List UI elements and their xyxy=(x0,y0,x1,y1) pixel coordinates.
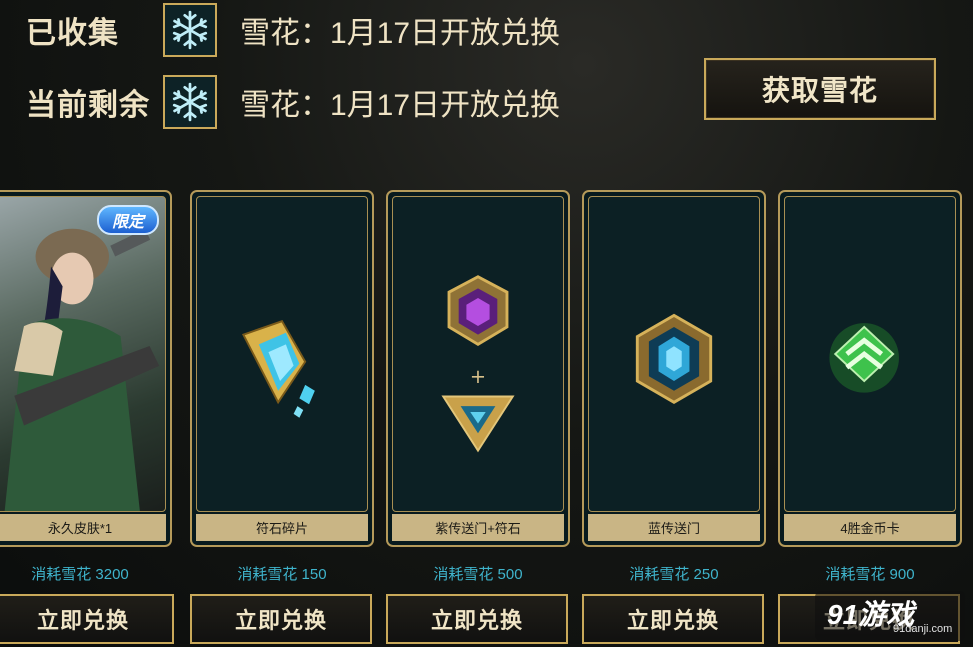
collected-row: 已收集 雪花：1月17日开放兑换 xyxy=(0,0,700,60)
svg-text:+: + xyxy=(470,365,486,388)
remaining-label: 当前剩余 xyxy=(26,89,150,122)
blue-portal-icon xyxy=(588,196,760,512)
rune-shard-icon xyxy=(196,196,368,512)
reward-card-gold-card[interactable]: 4胜金币卡 xyxy=(778,190,962,547)
watermark: 91游戏 91danji.com xyxy=(815,591,965,641)
collected-label: 已收集 xyxy=(26,17,119,50)
card-name: 4胜金币卡 xyxy=(784,514,956,541)
get-snowflake-button[interactable]: 获取雪花 xyxy=(704,58,936,120)
redeem-button[interactable]: 立即兑换 xyxy=(0,594,174,644)
redeem-button[interactable]: 立即兑换 xyxy=(386,594,568,644)
reward-card-skin[interactable]: 限定 永久皮肤*1 xyxy=(0,190,172,547)
cost-text: 消耗雪花 3200 xyxy=(31,566,129,583)
snowflake-icon xyxy=(163,3,217,57)
reward-card-rune-shard[interactable]: 符石碎片 xyxy=(190,190,374,547)
cost-text: 消耗雪花 250 xyxy=(629,566,719,583)
card-name: 蓝传送门 xyxy=(588,514,760,541)
redeem-button[interactable]: 立即兑换 xyxy=(190,594,372,644)
remaining-row: 当前剩余 雪花：1月17日开放兑换 xyxy=(0,72,700,132)
watermark-url: 91danji.com xyxy=(893,623,953,635)
skin-portrait: 限定 xyxy=(0,196,166,512)
cost-text: 消耗雪花 500 xyxy=(433,566,523,583)
card-name: 永久皮肤*1 xyxy=(0,514,166,541)
cost-text: 消耗雪花 900 xyxy=(825,566,915,583)
reward-card-blue-portal[interactable]: 蓝传送门 xyxy=(582,190,766,547)
redeem-button[interactable]: 立即兑换 xyxy=(582,594,764,644)
collected-text: 雪花：1月17日开放兑换 xyxy=(240,17,561,50)
reward-card-purple-portal[interactable]: + 紫传送门+符石 xyxy=(386,190,570,547)
remaining-text: 雪花：1月17日开放兑换 xyxy=(240,89,561,122)
limited-badge: 限定 xyxy=(97,205,159,235)
snowflake-icon xyxy=(163,75,217,129)
cost-text: 消耗雪花 150 xyxy=(237,566,327,583)
gold-card-icon xyxy=(784,196,956,512)
purple-portal-icon: + xyxy=(392,196,564,512)
card-name: 紫传送门+符石 xyxy=(392,514,564,541)
card-name: 符石碎片 xyxy=(196,514,368,541)
